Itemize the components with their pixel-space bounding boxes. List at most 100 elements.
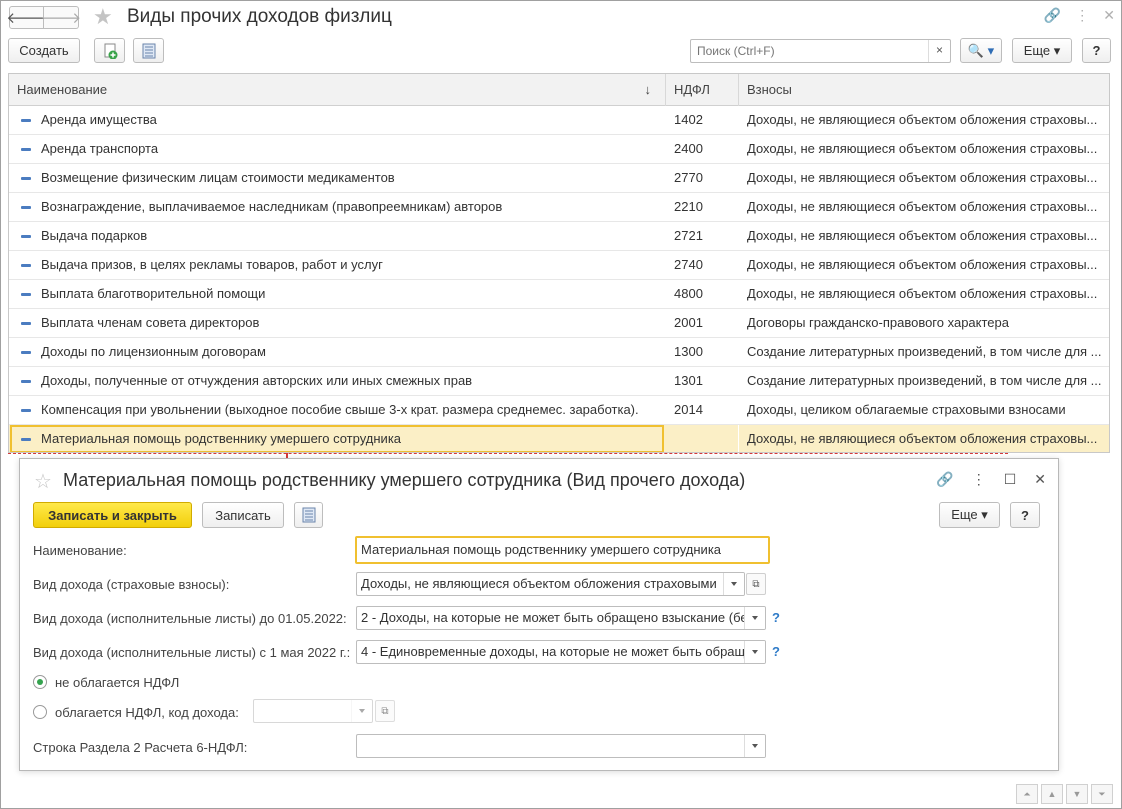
cell-name: Возмещение физическим лицам стоимости ме… (41, 170, 395, 185)
table-row[interactable]: Аренда имущества 1402 Доходы, не являющиес… (9, 106, 1109, 135)
column-header-ndfl[interactable]: НДФЛ (666, 74, 739, 106)
close-icon[interactable]: ✕ (1034, 471, 1046, 488)
cell-vznosy: Доходы, не являющиеся объектом обложения… (747, 199, 1098, 214)
chevron-down-icon[interactable] (744, 735, 765, 757)
cell-ndfl: 4800 (674, 286, 703, 301)
cell-ndfl: 2014 (674, 402, 703, 417)
open-icon[interactable]: ⧉ (375, 700, 395, 722)
maximize-icon[interactable]: ☐ (1004, 471, 1017, 488)
income-type-contributions-select[interactable]: Доходы, не являющиеся объектом обложения… (356, 572, 745, 596)
table-row[interactable]: Выплата благотворительной помощи 4800 Дохо… (9, 280, 1109, 309)
cell-vznosy: Доходы, не являющиеся объектом обложения… (747, 431, 1098, 446)
link-icon[interactable]: 🔗 (936, 471, 953, 488)
cell-vznosy: Доходы, не являющиеся объектом обложения… (747, 228, 1098, 243)
item-icon (21, 235, 31, 238)
table-row[interactable]: Материальная помощь родственнику умершег… (9, 425, 1109, 452)
item-icon (21, 119, 31, 122)
form-more-button[interactable]: Еще ▾ (939, 502, 1000, 528)
search-field[interactable]: × (690, 39, 951, 63)
link-icon[interactable]: 🔗 (1044, 7, 1061, 24)
table-row[interactable]: Компенсация при увольнении (выходное пос… (9, 396, 1109, 425)
cell-name: Вознаграждение, выплачиваемое наследника… (41, 199, 503, 214)
chevron-down-icon[interactable] (351, 700, 372, 722)
table-row[interactable]: Выдача подарков 2721 Доходы, не являющиеся… (9, 222, 1109, 251)
clear-search-button[interactable]: × (928, 40, 950, 62)
column-header-vznosy[interactable]: Взносы (739, 74, 1109, 106)
item-icon (21, 438, 31, 441)
radio-not-taxed[interactable] (33, 675, 47, 689)
chevron-down-icon[interactable] (744, 607, 765, 629)
more-button[interactable]: Еще ▾ (1012, 38, 1072, 63)
cell-name: Компенсация при увольнении (выходное пос… (41, 402, 639, 417)
more-vertical-icon[interactable]: ⋮ (972, 471, 986, 488)
cell-ndfl: 2400 (674, 141, 703, 156)
chevron-down-icon[interactable] (744, 641, 765, 663)
cell-name: Материальная помощь родственнику умершег… (41, 431, 402, 446)
cell-vznosy: Доходы, не являющиеся объектом обложения… (747, 112, 1098, 127)
document-list-icon (302, 507, 315, 523)
income-type-contributions-label: Вид дохода (страховые взносы): (33, 577, 230, 592)
income-code-select[interactable] (253, 699, 373, 723)
table-row[interactable]: Вознаграждение, выплачиваемое наследника… (9, 193, 1109, 222)
arrow-right-icon: 🡒 (40, 10, 82, 27)
cell-vznosy: Доходы, не являющиеся объектом обложения… (747, 141, 1098, 156)
cell-name: Выдача подарков (41, 228, 148, 243)
create-button[interactable]: Создать (8, 38, 80, 63)
save-button[interactable]: Записать (202, 502, 284, 528)
cell-ndfl: 2740 (674, 257, 703, 272)
window-controls: 🔗 ⋮ ✕ (1044, 7, 1115, 24)
help-question-icon[interactable]: ? (772, 644, 780, 659)
writ-income-after-select[interactable]: 4 - Единовременные доходы, на которые не… (356, 640, 766, 664)
column-header-name[interactable]: Наименование ↓ (9, 74, 666, 106)
help-button[interactable]: ? (1082, 38, 1111, 63)
table-row[interactable]: Выдача призов, в целях рекламы товаров, … (9, 251, 1109, 280)
table-row[interactable]: Доходы, полученные от отчуждения авторск… (9, 367, 1109, 396)
writ-income-before-select[interactable]: 2 - Доходы, на которые не может быть обр… (356, 606, 766, 630)
scroll-bottom-icon[interactable]: ⏷ (1091, 784, 1113, 804)
cell-name: Выплата членам совета директоров (41, 315, 260, 330)
scroll-up-icon[interactable]: ▲ (1041, 784, 1063, 804)
cell-ndfl: 2721 (674, 228, 703, 243)
table-row[interactable]: Доходы по лицензионным договорам 1300 Созд… (9, 338, 1109, 367)
open-icon[interactable]: ⧉ (746, 573, 766, 595)
writ-income-before-value: 2 - Доходы, на которые не может быть обр… (361, 610, 744, 625)
form-list-button[interactable] (294, 502, 323, 528)
table-row[interactable]: Аренда транспорта 2400 Доходы, не являющие… (9, 135, 1109, 164)
cell-vznosy: Создание литературных произведений, в то… (747, 344, 1102, 359)
forward-button[interactable]: 🡒 (40, 6, 82, 29)
cell-ndfl: 2210 (674, 199, 703, 214)
section2-select[interactable] (356, 734, 766, 758)
cell-vznosy: Доходы, целиком облагаемые страховыми вз… (747, 402, 1066, 417)
radio-not-taxed-label[interactable]: не облагается НДФЛ (55, 675, 179, 690)
cell-name: Доходы, полученные от отчуждения авторск… (41, 373, 473, 388)
cell-name: Аренда имущества (41, 112, 157, 127)
form-help-button[interactable]: ? (1010, 502, 1040, 528)
scroll-top-icon[interactable]: ⏶ (1016, 784, 1038, 804)
help-question-icon[interactable]: ? (772, 610, 780, 625)
item-icon (21, 293, 31, 296)
income-type-form: ☆ Материальная помощь родственнику умерш… (19, 458, 1059, 771)
save-and-close-button[interactable]: Записать и закрыть (33, 502, 192, 528)
radio-taxed[interactable] (33, 705, 47, 719)
writ-income-before-label: Вид дохода (исполнительные листы) до 01.… (33, 611, 347, 626)
chevron-down-icon[interactable] (723, 573, 744, 595)
page-title: Виды прочих доходов физлиц (127, 6, 392, 27)
item-icon (21, 322, 31, 325)
create-group-button[interactable] (94, 38, 125, 63)
name-field[interactable]: Материальная помощь родственнику умершег… (355, 536, 770, 564)
table-row[interactable]: Выплата членам совета директоров 2001 Дого… (9, 309, 1109, 338)
radio-taxed-label[interactable]: облагается НДФЛ, код дохода: (55, 705, 239, 720)
close-icon[interactable]: ✕ (1103, 7, 1115, 24)
toolbar: Создать × 🔍 ▾ Еще ▾ ? (1, 37, 1121, 65)
favorite-star-icon[interactable]: ☆ (34, 469, 52, 494)
search-input[interactable] (695, 41, 925, 61)
scroll-down-icon[interactable]: ▼ (1066, 784, 1088, 804)
more-vertical-icon[interactable]: ⋮ (1075, 7, 1089, 24)
table-row[interactable]: Возмещение физическим лицам стоимости ме… (9, 164, 1109, 193)
cell-vznosy: Доходы, не являющиеся объектом обложения… (747, 286, 1098, 301)
back-button[interactable]: 🡐 (6, 6, 47, 29)
list-settings-button[interactable] (133, 38, 164, 63)
section2-label: Строка Раздела 2 Расчета 6-НДФЛ: (33, 740, 248, 755)
favorite-star-icon[interactable]: ★ (93, 4, 113, 30)
search-button[interactable]: 🔍 ▾ (960, 38, 1002, 63)
